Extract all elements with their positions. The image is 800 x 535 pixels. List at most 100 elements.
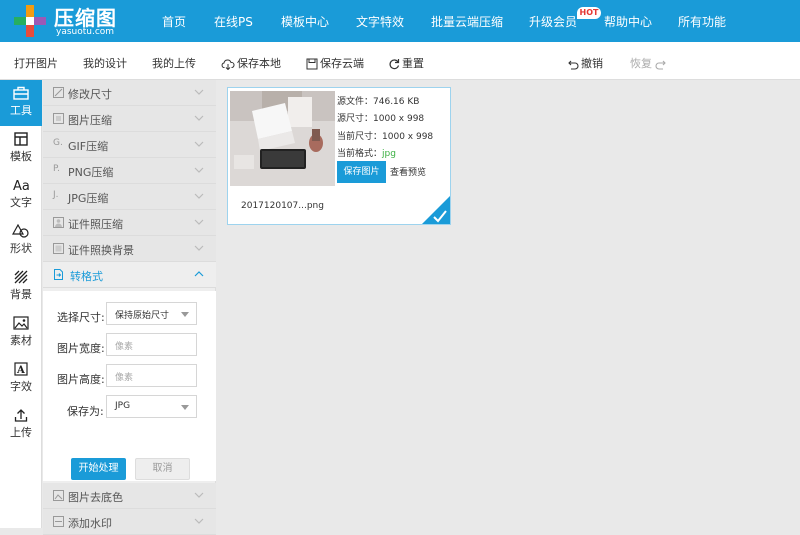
source-file-label: 源文件： (337, 97, 374, 107)
section-label: 转格式 (70, 270, 103, 283)
logo-cross-icon (14, 5, 46, 37)
save-image-button[interactable]: 保存图片 (337, 161, 386, 183)
chevron-down-icon (194, 245, 204, 251)
current-size-label: 当前尺寸： (337, 132, 383, 142)
my-uploads-button[interactable]: 我的上传 (152, 55, 196, 71)
section-label: PNG压缩 (68, 166, 114, 179)
section-id-photo-compress[interactable]: 证件照压缩 (43, 210, 216, 236)
image-thumbnail[interactable] (230, 91, 335, 186)
redo-icon (655, 60, 666, 70)
chevron-down-icon (194, 219, 204, 225)
redo-label: 恢复 (630, 57, 652, 70)
view-preview-link[interactable]: 查看预览 (390, 165, 426, 178)
reset-label: 重置 (402, 57, 424, 70)
nav-help[interactable]: 帮助中心 (604, 13, 652, 30)
nav-batch-compress[interactable]: 批量云端压缩 (431, 13, 503, 30)
undo-label: 撤销 (581, 57, 603, 70)
selected-check-icon[interactable] (422, 196, 450, 224)
sidebar-item-materials[interactable]: 素材 (0, 310, 42, 356)
nav-all-features[interactable]: 所有功能 (678, 13, 726, 30)
current-format-info: 当前格式：jpg (337, 146, 396, 159)
refresh-icon (389, 59, 400, 70)
section-label: 证件照压缩 (68, 218, 123, 231)
nav-home[interactable]: 首页 (162, 13, 186, 30)
save-as-label: 保存为: (67, 405, 104, 418)
toolbar: 打开图片 我的设计 我的上传 保存本地 保存云端 重置 撤销 恢复 (0, 42, 800, 80)
my-designs-button[interactable]: 我的设计 (83, 55, 127, 71)
floppy-icon (306, 58, 318, 70)
current-format-label: 当前格式： (337, 149, 383, 159)
open-image-button[interactable]: 打开图片 (14, 55, 58, 71)
undo-icon (568, 60, 579, 70)
remove-bg-icon (53, 490, 64, 501)
save-as-select-value: JPG (115, 401, 131, 411)
start-processing-button[interactable]: 开始处理 (71, 458, 126, 480)
undo-button[interactable]: 撤销 (566, 55, 603, 71)
section-label: 证件照换背景 (68, 244, 134, 257)
cloud-download-icon (221, 59, 235, 70)
section-label: JPG压缩 (68, 192, 109, 205)
desk-photo-thumbnail (230, 91, 335, 186)
chevron-down-icon (194, 115, 204, 121)
id-photo-icon (53, 217, 64, 228)
section-gif-compress[interactable]: G. GIF压缩 (43, 132, 216, 158)
id-bg-icon (53, 243, 64, 254)
svg-text:Aa: Aa (13, 179, 30, 192)
gif-icon: G. (53, 138, 63, 148)
save-local-label: 保存本地 (237, 57, 281, 70)
sidebar-label-text: 文字 (10, 196, 32, 209)
section-image-compress[interactable]: 图片压缩 (43, 106, 216, 132)
upload-icon (14, 409, 28, 422)
section-png-compress[interactable]: P. PNG压缩 (43, 158, 216, 184)
reset-button[interactable]: 重置 (388, 55, 424, 71)
redo-button[interactable]: 恢复 (630, 55, 670, 71)
section-label: GIF压缩 (68, 140, 109, 153)
sidebar-label-upload: 上传 (10, 426, 32, 439)
logo-subtitle: yasuotu.com (56, 27, 115, 37)
save-cloud-button[interactable]: 保存云端 (306, 55, 364, 71)
sidebar-label-materials: 素材 (10, 334, 32, 347)
height-input[interactable]: 像素 (106, 364, 197, 387)
sidebar-label-text-effects: 字效 (10, 380, 32, 393)
section-remove-background[interactable]: 图片去底色 (43, 483, 216, 509)
sidebar-label-templates: 模板 (10, 150, 32, 163)
width-input[interactable]: 像素 (106, 333, 197, 356)
chevron-down-icon (194, 492, 204, 498)
save-local-button[interactable]: 保存本地 (221, 55, 281, 71)
section-convert-format[interactable]: 转格式 (43, 262, 216, 288)
section-add-watermark[interactable]: 添加水印 (43, 509, 216, 535)
nav-text-effects[interactable]: 文字特效 (356, 13, 404, 30)
section-id-photo-background[interactable]: 证件照换背景 (43, 236, 216, 262)
convert-format-form: 选择尺寸: 保持原始尺寸 图片宽度: 像素 图片高度: 像素 保存为: JPG … (43, 291, 216, 481)
nav-upgrade[interactable]: 升级会员 (529, 13, 577, 30)
dropdown-caret-icon (181, 405, 189, 410)
sidebar-item-background[interactable]: 背景 (0, 264, 42, 310)
section-jpg-compress[interactable]: J. JPG压缩 (43, 184, 216, 210)
chevron-down-icon (194, 167, 204, 173)
section-resize[interactable]: 修改尺寸 (43, 80, 216, 106)
sidebar-item-text-effects[interactable]: A 字效 (0, 356, 42, 402)
nav-templates[interactable]: 模板中心 (281, 13, 329, 30)
chevron-up-icon (194, 271, 204, 277)
sidebar-item-upload[interactable]: 上传 (0, 402, 42, 448)
height-label: 图片高度: (57, 373, 105, 386)
chevron-down-icon (194, 193, 204, 199)
size-select[interactable]: 保持原始尺寸 (106, 302, 197, 325)
sidebar-item-shapes[interactable]: 形状 (0, 218, 42, 264)
logo[interactable]: 压缩图 yasuotu.com (12, 3, 122, 39)
image-filename: 2017120107...png (241, 201, 324, 211)
size-select-value: 保持原始尺寸 (115, 311, 170, 321)
cancel-button[interactable]: 取消 (135, 458, 190, 480)
jpg-icon: J. (53, 190, 59, 200)
current-size-value: 1000 x 998 (382, 132, 434, 142)
sidebar-item-text[interactable]: Aa 文字 (0, 172, 42, 218)
width-label: 图片宽度: (57, 342, 105, 355)
sidebar-item-tools[interactable]: 工具 (0, 80, 42, 126)
sidebar-item-templates[interactable]: 模板 (0, 126, 42, 172)
source-size-value: 1000 x 998 (373, 114, 425, 124)
size-label: 选择尺寸: (57, 311, 105, 324)
save-as-select[interactable]: JPG (106, 395, 197, 418)
image-card[interactable]: 源文件：746.16 KB 源尺寸：1000 x 998 当前尺寸：1000 x… (227, 87, 451, 225)
nav-online-ps[interactable]: 在线PS (214, 13, 253, 30)
source-file-value: 746.16 KB (373, 97, 420, 107)
